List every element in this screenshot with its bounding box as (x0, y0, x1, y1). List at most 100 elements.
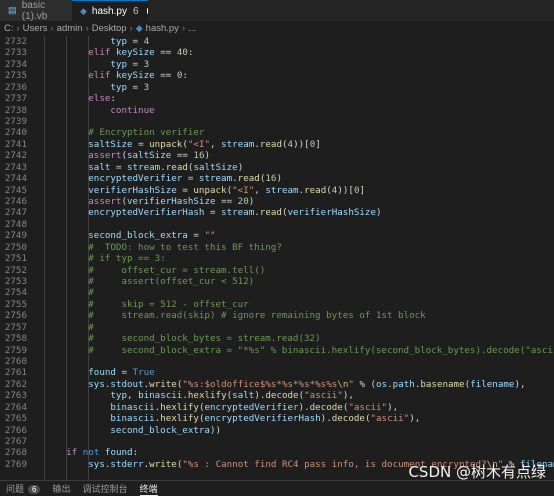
code-line[interactable]: 2746 assert(verifierHashSize == 20) (0, 196, 554, 207)
breadcrumb-item[interactable]: admin (57, 23, 83, 34)
code-line[interactable]: 2748 (0, 219, 554, 230)
code-line[interactable]: 2751 # if typ == 3: (0, 253, 554, 264)
code-text: encryptedVerifierHash = stream.read(veri… (88, 207, 382, 219)
line-number: 2763 (4, 390, 27, 402)
code-line[interactable]: 2749 second_block_extra = "" (0, 230, 554, 241)
line-number: 2758 (4, 333, 27, 345)
code-line[interactable]: 2754 # (0, 287, 554, 298)
code-line[interactable]: 2756 # stream.read(skip) # ignore remain… (0, 310, 554, 321)
code-line[interactable]: 2768 if not found: (0, 447, 554, 458)
code-line[interactable]: 2752 # offset_cur = stream.tell() (0, 265, 554, 276)
breadcrumb-item[interactable]: Desktop (92, 23, 127, 34)
line-number: 2735 (4, 70, 27, 82)
code-text: assert(saltSize == 16) (88, 150, 211, 162)
code-text: assert(verifierHashSize == 20) (88, 196, 255, 208)
code-text: # second_block_bytes = stream.read(32) (88, 333, 321, 345)
line-number: 2738 (4, 104, 27, 116)
breadcrumb: C: › Users › admin › Desktop › ◆ hash.py › ..… (0, 21, 554, 36)
code-line[interactable]: 2736 typ = 3 (0, 82, 554, 93)
python-file-icon: ◆ (135, 23, 143, 33)
tab-hash-py[interactable]: ◆ hash.py 6 (72, 0, 148, 21)
code-line[interactable]: 2740 # Encryption verifier (0, 127, 554, 138)
line-number: 2744 (4, 173, 27, 185)
unsaved-dot-icon[interactable] (146, 8, 148, 14)
code-line[interactable]: 2733 elif keySize == 40: (0, 47, 554, 58)
code-line[interactable]: 2732 typ = 4 (0, 36, 554, 47)
code-text: if not found: (66, 447, 139, 459)
tab-debug-console[interactable]: 调试控制台 (82, 482, 127, 495)
line-number: 2769 (4, 458, 27, 470)
problems-count-badge: 6 (28, 485, 41, 494)
bottom-panel-tabs: 问题 6 输出 调试控制台 终端 (0, 480, 554, 496)
code-line[interactable]: 2767 (0, 436, 554, 447)
code-text: typ, binascii.hexlify(salt).decode("asci… (110, 390, 354, 402)
code-text: salt = stream.read(saltSize) (88, 161, 244, 173)
code-line[interactable]: 2766 second_block_extra)) (0, 425, 554, 436)
code-line[interactable]: 2764 binascii.hexlify(encryptedVerifier)… (0, 402, 554, 413)
breadcrumb-item[interactable]: C: (4, 23, 14, 34)
code-line[interactable]: 2738 continue (0, 105, 554, 116)
code-text: # assert(offset_cur < 512) (88, 276, 255, 288)
line-number: 2746 (4, 196, 27, 208)
chevron-right-icon: › (16, 23, 20, 34)
code-text: sys.stdout.write("%s:$oldoffice$%s*%s*%s… (88, 378, 526, 390)
code-editor[interactable]: 2732 typ = 4 2733 elif keySize == 40: 2734… (0, 36, 554, 480)
line-number: 2761 (4, 367, 27, 379)
code-line[interactable]: 2741 saltSize = unpack("<I", stream.read… (0, 139, 554, 150)
code-line[interactable]: 2750 # TODO: how to test this BF thing? (0, 242, 554, 253)
code-line[interactable]: 2742 assert(saltSize == 16) (0, 150, 554, 161)
code-line[interactable]: 2745 verifierHashSize = unpack("<I", str… (0, 185, 554, 196)
code-line[interactable]: 2763 typ, binascii.hexlify(salt).decode(… (0, 390, 554, 401)
breadcrumb-item[interactable]: ... (188, 23, 196, 34)
line-number: 2753 (4, 276, 27, 288)
code-text: binascii.hexlify(encryptedVerifier).deco… (110, 401, 399, 413)
line-number: 2755 (4, 298, 27, 310)
code-line[interactable]: 2747 encryptedVerifierHash = stream.read… (0, 207, 554, 218)
code-line[interactable]: 2743 salt = stream.read(saltSize) (0, 162, 554, 173)
tab-basic-vb[interactable]: ▤ basic (1).vb (0, 0, 72, 22)
chevron-right-icon: › (50, 23, 54, 34)
line-number: 2739 (4, 116, 27, 127)
line-number: 2737 (4, 93, 27, 105)
code-line[interactable]: 2758 # second_block_bytes = stream.read(… (0, 333, 554, 344)
code-text: binascii.hexlify(encryptedVerifierHash).… (110, 413, 421, 425)
code-line[interactable]: 2762 sys.stdout.write("%s:$oldoffice$%s*… (0, 379, 554, 390)
code-line[interactable]: 2739 (0, 116, 554, 127)
line-number: 2740 (4, 127, 27, 139)
tab-output[interactable]: 输出 (52, 482, 70, 495)
code-line[interactable]: 2735 elif keySize == 0: (0, 70, 554, 81)
code-text: else: (88, 93, 116, 105)
line-number: 2747 (4, 207, 27, 219)
line-number: 2745 (4, 184, 27, 196)
code-line[interactable]: 2734 typ = 3 (0, 59, 554, 70)
line-number: 2752 (4, 264, 27, 276)
tab-problems[interactable]: 问题 6 (6, 482, 41, 495)
code-line[interactable]: 2759 # second_block_extra = "*%s" % bina… (0, 345, 554, 356)
code-text: elif keySize == 0: (88, 70, 188, 82)
code-text: # skip = 512 - offset_cur (88, 298, 249, 310)
code-text: verifierHashSize = unpack("<I", stream.r… (88, 184, 366, 196)
code-line[interactable]: 2744 encryptedVerifier = stream.read(16) (0, 173, 554, 184)
line-number: 2741 (4, 138, 27, 150)
tab-terminal[interactable]: 终端 (139, 482, 158, 496)
tab-label: 调试控制台 (82, 484, 128, 494)
watermark: CSDN @树木有点绿 (408, 463, 546, 481)
code-text: second_block_extra)) (110, 424, 222, 436)
code-line[interactable]: 2760 (0, 356, 554, 367)
code-text: # TODO: how to test this BF thing? (88, 241, 282, 253)
chevron-right-icon: › (181, 23, 186, 34)
line-number: 2760 (4, 356, 27, 368)
code-line[interactable]: 2765 binascii.hexlify(encryptedVerifierH… (0, 413, 554, 424)
code-line[interactable]: 2737 else: (0, 93, 554, 104)
code-line[interactable]: 2753 # assert(offset_cur < 512) (0, 276, 554, 287)
code-text: # second_block_extra = "*%s" % binascii.… (88, 344, 554, 356)
code-line[interactable]: 2761 found = True (0, 367, 554, 378)
breadcrumb-item[interactable]: Users (23, 23, 48, 34)
code-line[interactable]: 2757 # (0, 322, 554, 333)
line-number: 2734 (4, 58, 27, 70)
code-line[interactable]: 2755 # skip = 512 - offset_cur (0, 299, 554, 310)
line-number: 2742 (4, 150, 27, 162)
breadcrumb-item[interactable]: hash.py (146, 23, 179, 34)
tab-label: 输出 (52, 484, 71, 494)
code-text: found = True (88, 367, 155, 379)
